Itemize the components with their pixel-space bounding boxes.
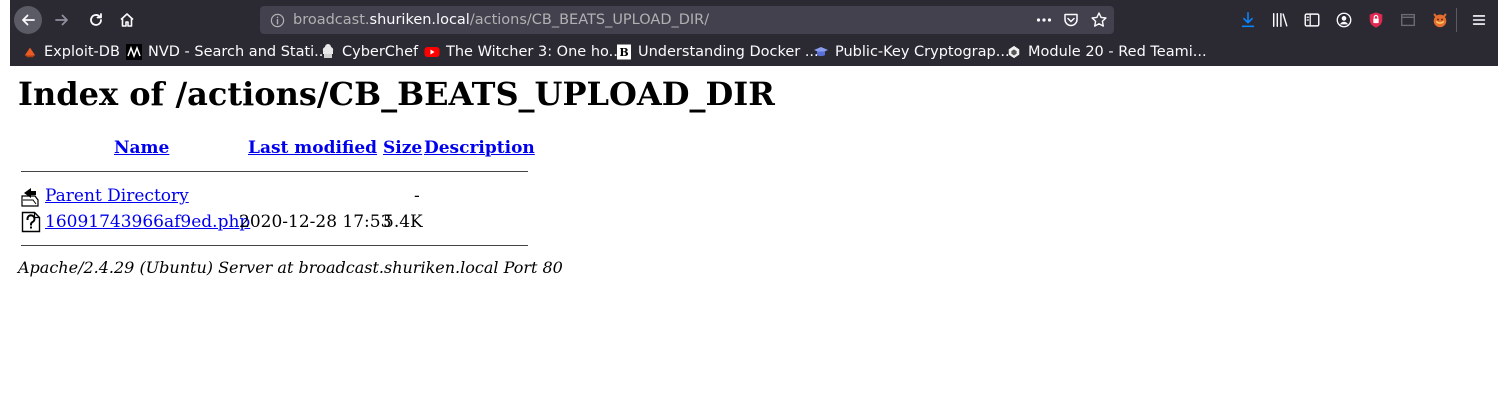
foxyproxy-button[interactable] <box>1430 10 1450 30</box>
bookmark-nvd[interactable]: NVD - Search and Stati... <box>126 40 328 64</box>
row-size: 5.4K <box>383 212 423 232</box>
column-header-description[interactable]: Description <box>424 138 535 158</box>
bookmark-label: NVD - Search and Stati... <box>148 44 329 60</box>
account-icon <box>1336 12 1352 28</box>
bookmark-label: The Witcher 3: One ho... <box>446 44 623 60</box>
back-folder-icon <box>21 188 39 207</box>
bookmark-public-key-cryptography[interactable]: Public-Key Cryptograp... <box>813 40 1010 64</box>
youtube-icon <box>424 44 440 60</box>
cryptography-icon <box>813 44 829 60</box>
info-icon[interactable] <box>268 11 286 29</box>
reload-button[interactable] <box>82 6 110 34</box>
toolbar-separator <box>1456 8 1457 32</box>
bookmark-label: Understanding Docker ... <box>638 44 819 60</box>
container-button[interactable] <box>1398 10 1418 30</box>
header-divider <box>21 171 528 172</box>
page-title: Index of /actions/CB_BEATS_UPLOAD_DIR <box>18 75 775 113</box>
url-text[interactable]: broadcast.shuriken.local/actions/CB_BEAT… <box>293 6 709 34</box>
ublock-button[interactable] <box>1366 10 1386 30</box>
hamburger-menu-icon <box>1472 15 1486 25</box>
bookmark-label: Module 20 - Red Teami... <box>1028 44 1207 60</box>
bookmarks-toolbar: Exploit-DB NVD - Search and Stati... Cyb… <box>10 40 1498 66</box>
library-button[interactable] <box>1270 10 1290 30</box>
account-button[interactable] <box>1334 10 1354 30</box>
arrow-left-icon <box>22 14 35 26</box>
bookmark-label: Exploit-DB <box>44 44 120 60</box>
bookmark-label: Public-Key Cryptograp... <box>835 44 1010 60</box>
bookmark-understanding-docker[interactable]: B Understanding Docker ... <box>616 40 819 64</box>
window-icon <box>1401 13 1415 27</box>
bookmark-witcher-video[interactable]: The Witcher 3: One ho... <box>424 40 622 64</box>
module-icon <box>1006 44 1022 60</box>
file-link-php[interactable]: 16091743966af9ed.php <box>45 212 250 232</box>
home-icon <box>120 13 134 27</box>
downloads-button[interactable] <box>1238 10 1258 30</box>
download-icon <box>1241 11 1255 28</box>
library-icon <box>1272 12 1288 28</box>
bookmark-label: CyberChef <box>342 44 419 60</box>
shield-icon <box>1369 12 1383 28</box>
url-prefix: broadcast. <box>293 12 370 28</box>
exploit-db-icon <box>22 44 38 60</box>
column-header-size[interactable]: Size <box>383 138 422 158</box>
row-size: - <box>414 186 420 206</box>
reload-icon <box>90 13 102 26</box>
arrow-right-icon <box>55 14 68 26</box>
bookmark-cyberchef[interactable]: CyberChef <box>320 40 418 64</box>
server-signature: Apache/2.4.29 (Ubuntu) Server at broadca… <box>18 258 563 277</box>
pocket-icon[interactable] <box>1062 11 1080 29</box>
bookmark-module-20[interactable]: Module 20 - Red Teami... <box>1006 40 1207 64</box>
nvd-icon <box>126 44 142 60</box>
bookmark-star-icon[interactable] <box>1090 11 1108 29</box>
url-bar[interactable]: broadcast.shuriken.local/actions/CB_BEAT… <box>260 6 1114 34</box>
row-last-modified: 2020-12-28 17:53 <box>239 212 392 232</box>
sidebar-button[interactable] <box>1302 10 1322 30</box>
page-actions-icon[interactable] <box>1035 11 1053 29</box>
column-header-name[interactable]: Name <box>114 138 169 158</box>
svg-text:B: B <box>619 46 628 59</box>
home-button[interactable] <box>113 6 141 34</box>
bookmark-exploit-db[interactable]: Exploit-DB <box>22 40 120 64</box>
browser-chrome: broadcast.shuriken.local/actions/CB_BEAT… <box>10 0 1498 66</box>
footer-divider <box>21 245 528 246</box>
forward-button[interactable] <box>48 6 76 34</box>
column-header-last-modified[interactable]: Last modified <box>248 138 377 158</box>
unknown-file-icon <box>21 211 41 233</box>
url-host: shuriken.local <box>369 12 470 28</box>
navigation-toolbar: broadcast.shuriken.local/actions/CB_BEAT… <box>10 0 1498 40</box>
url-path: /actions/CB_BEATS_UPLOAD_DIR/ <box>469 12 710 28</box>
parent-directory-link[interactable]: Parent Directory <box>45 186 189 206</box>
fox-icon <box>1433 13 1447 28</box>
back-button[interactable] <box>14 6 42 34</box>
docker-article-icon: B <box>616 44 632 60</box>
cyberchef-icon <box>320 44 336 60</box>
sidebar-icon <box>1304 13 1320 27</box>
app-menu-button[interactable] <box>1469 10 1489 30</box>
